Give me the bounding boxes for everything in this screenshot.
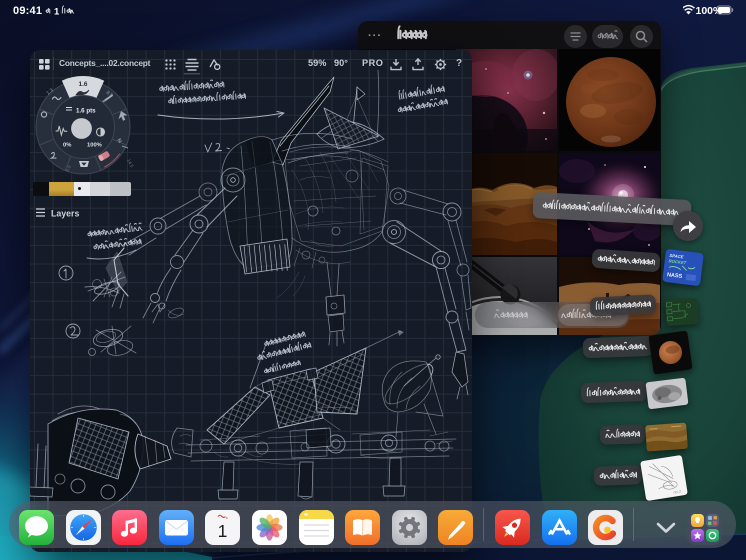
svg-text:ROCKET: ROCKET <box>668 258 687 265</box>
svg-text:1.6 pts: 1.6 pts <box>76 108 96 115</box>
svg-text:1.6: 1.6 <box>79 81 88 88</box>
svg-text:NASS: NASS <box>667 272 683 280</box>
svg-text:100%: 100% <box>87 143 102 149</box>
svg-text:1: 1 <box>54 7 60 18</box>
svg-text:Layers: Layers <box>51 209 79 219</box>
svg-text:0%: 0% <box>63 143 71 149</box>
svg-text:no.2: no.2 <box>673 488 682 494</box>
svg-text:1: 1 <box>218 521 228 541</box>
svg-text:14.5: 14.5 <box>126 158 135 169</box>
